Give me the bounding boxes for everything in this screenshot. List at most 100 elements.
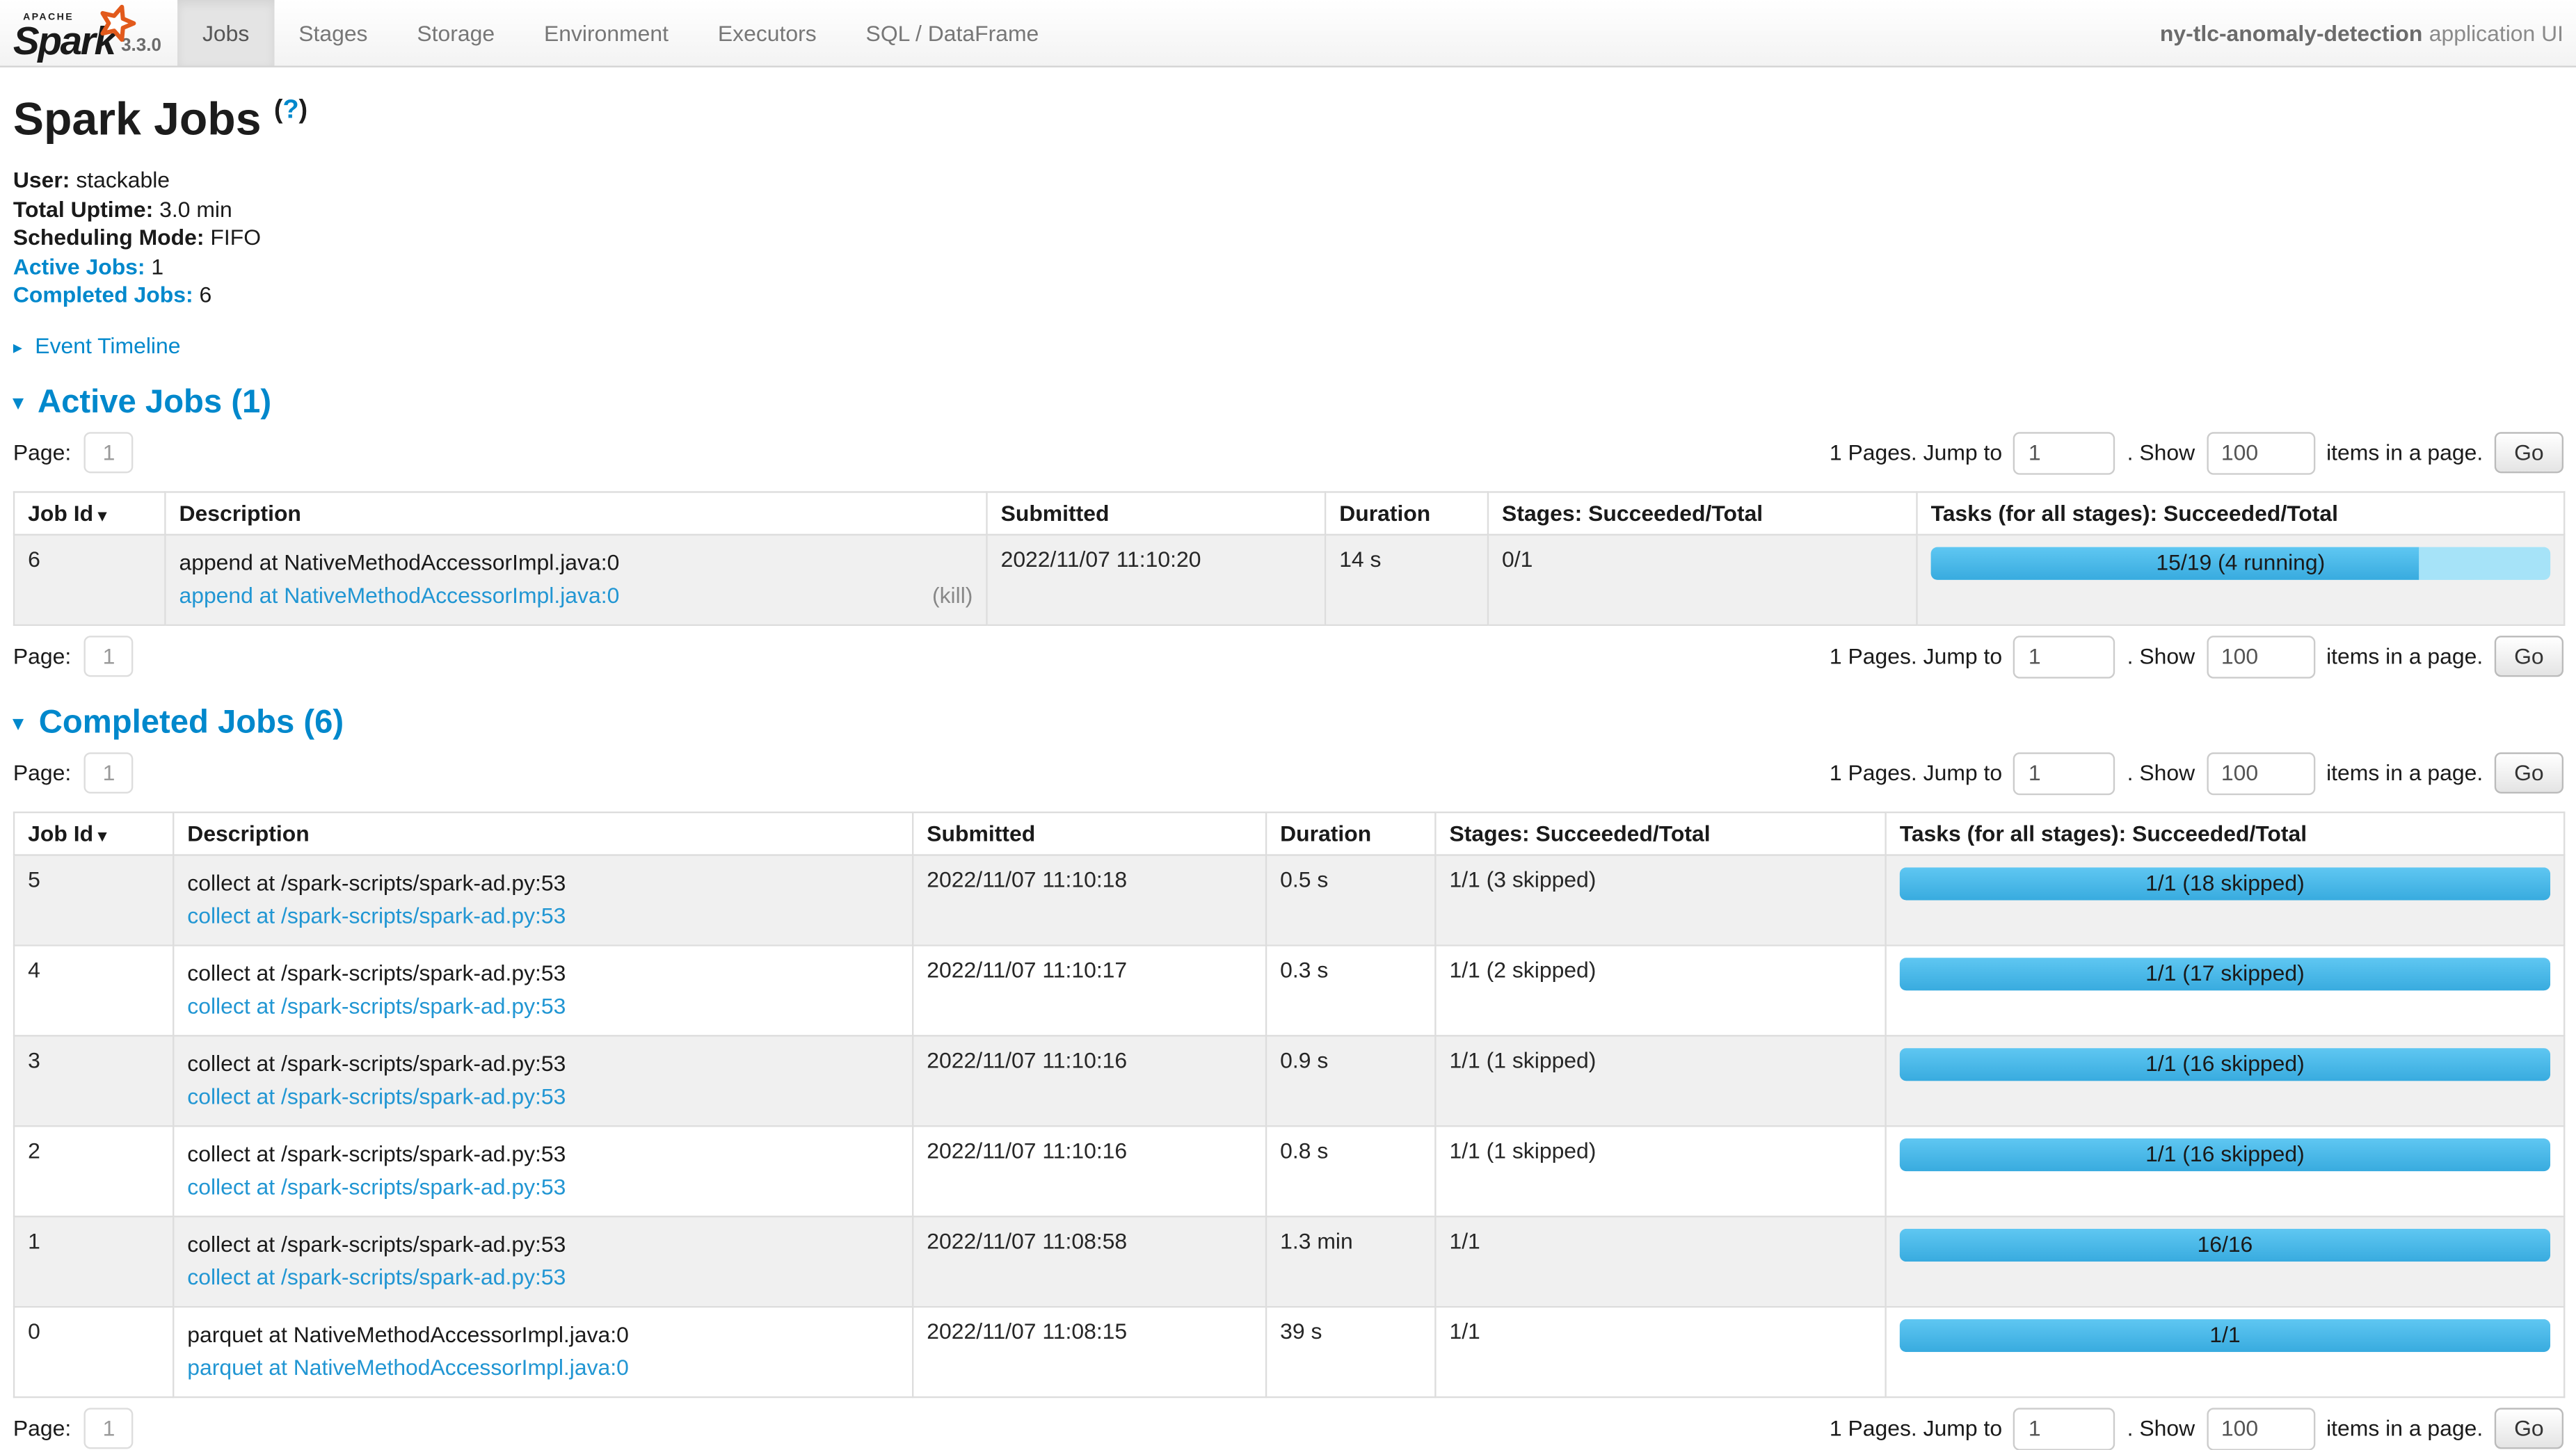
summary-completed-jobs: Completed Jobs: 6: [13, 281, 2563, 309]
submitted-cell: 2022/11/07 11:10:16: [913, 1125, 1266, 1216]
summary-scheduling-mode: Scheduling Mode: FIFO: [13, 223, 2563, 252]
active-jobs-heading[interactable]: ▾ Active Jobs (1): [13, 384, 2563, 421]
job-id-cell: 3: [14, 1035, 173, 1125]
description-cell: append at NativeMethodAccessorImpl.java:…: [165, 534, 986, 625]
tasks-progress-bar: 1/1 (18 skipped): [1900, 867, 2550, 899]
event-timeline-toggle[interactable]: ▸ Event Timeline: [13, 332, 2563, 357]
stages-cell: 1/1 (1 skipped): [1435, 1035, 1885, 1125]
column-header-stages[interactable]: Stages: Succeeded/Total: [1488, 491, 1917, 533]
go-button[interactable]: Go: [2495, 432, 2563, 473]
duration-cell: 14 s: [1325, 534, 1488, 625]
items-per-page-input[interactable]: [2207, 1407, 2315, 1449]
job-details-link[interactable]: collect at /spark-scripts/spark-ad.py:53: [187, 1080, 566, 1113]
active-jobs-pagination-top: Page: 1 1 Pages. Jump to . Show items in…: [13, 431, 2563, 474]
job-details-link[interactable]: parquet at NativeMethodAccessorImpl.java…: [187, 1351, 629, 1384]
column-header-submitted[interactable]: Submitted: [987, 491, 1326, 533]
items-per-page-input[interactable]: [2207, 635, 2315, 677]
job-details-link[interactable]: collect at /spark-scripts/spark-ad.py:53: [187, 1170, 566, 1203]
application-title: ny-tlc-anomaly-detection application UI: [2160, 0, 2563, 65]
tasks-progress-bar: 15/19 (4 running): [1931, 546, 2551, 579]
column-header-tasks[interactable]: Tasks (for all stages): Succeeded/Total: [1917, 491, 2565, 533]
tab-storage[interactable]: Storage: [392, 0, 520, 65]
description-cell: collect at /spark-scripts/spark-ad.py:53…: [173, 1035, 913, 1125]
column-header-stages[interactable]: Stages: Succeeded/Total: [1435, 812, 1885, 854]
tasks-progress-cell: 1/1 (16 skipped): [1886, 1125, 2565, 1216]
submitted-cell: 2022/11/07 11:10:17: [913, 944, 1266, 1035]
spark-logo[interactable]: APACHE Spark 3.3.0: [0, 0, 178, 65]
jump-to-page-input[interactable]: [2014, 431, 2115, 474]
go-button[interactable]: Go: [2495, 636, 2563, 677]
completed-jobs-heading[interactable]: ▾ Completed Jobs (6): [13, 704, 2563, 741]
table-row: 6 append at NativeMethodAccessorImpl.jav…: [14, 534, 2564, 625]
items-per-page-input[interactable]: [2207, 431, 2315, 474]
tasks-progress-bar: 1/1: [1900, 1319, 2550, 1351]
duration-cell: 0.5 s: [1266, 854, 1435, 944]
job-details-link[interactable]: append at NativeMethodAccessorImpl.java:…: [179, 579, 619, 612]
job-id-cell: 1: [14, 1216, 173, 1306]
current-page-indicator: 1: [84, 432, 134, 473]
tasks-progress-cell: 1/1 (18 skipped): [1886, 854, 2565, 944]
tasks-progress-bar: 1/1 (17 skipped): [1900, 957, 2550, 990]
tab-environment[interactable]: Environment: [520, 0, 694, 65]
kill-job-link[interactable]: (kill): [932, 579, 973, 612]
column-header-description[interactable]: Description: [165, 491, 986, 533]
expanded-arrow-icon: ▾: [13, 711, 23, 734]
job-summary-list: User: stackable Total Uptime: 3.0 min Sc…: [13, 166, 2563, 310]
description-cell: collect at /spark-scripts/spark-ad.py:53…: [173, 1125, 913, 1216]
current-page-indicator: 1: [84, 1408, 134, 1449]
job-id-cell: 5: [14, 854, 173, 944]
submitted-cell: 2022/11/07 11:08:58: [913, 1216, 1266, 1306]
jump-to-page-input[interactable]: [2014, 1407, 2115, 1449]
application-name: ny-tlc-anomaly-detection: [2160, 21, 2422, 45]
summary-uptime: Total Uptime: 3.0 min: [13, 195, 2563, 223]
duration-cell: 0.3 s: [1266, 944, 1435, 1035]
column-header-description[interactable]: Description: [173, 812, 913, 854]
summary-active-jobs: Active Jobs: 1: [13, 252, 2563, 281]
job-details-link[interactable]: collect at /spark-scripts/spark-ad.py:53: [187, 1261, 566, 1294]
nav-tabs: Jobs Stages Storage Environment Executor…: [178, 0, 1064, 65]
top-navbar: APACHE Spark 3.3.0 Jobs Stages Storage E…: [0, 0, 2576, 67]
page-content: Spark Jobs (?) User: stackable Total Upt…: [0, 94, 2576, 1450]
sort-desc-icon: ▾: [98, 507, 106, 525]
stages-cell: 1/1: [1435, 1216, 1885, 1306]
tab-executors[interactable]: Executors: [693, 0, 841, 65]
stages-cell: 0/1: [1488, 534, 1917, 625]
jump-to-page-input[interactable]: [2014, 752, 2115, 794]
active-jobs-pagination-bottom: Page: 1 1 Pages. Jump to . Show items in…: [13, 635, 2563, 677]
duration-cell: 39 s: [1266, 1306, 1435, 1396]
column-header-duration[interactable]: Duration: [1266, 812, 1435, 854]
jump-to-page-input[interactable]: [2014, 635, 2115, 677]
column-header-submitted[interactable]: Submitted: [913, 812, 1266, 854]
stages-cell: 1/1 (1 skipped): [1435, 1125, 1885, 1216]
description-cell: collect at /spark-scripts/spark-ad.py:53…: [173, 854, 913, 944]
tab-jobs[interactable]: Jobs: [178, 0, 274, 65]
job-id-cell: 0: [14, 1306, 173, 1396]
table-row: 1 collect at /spark-scripts/spark-ad.py:…: [14, 1216, 2564, 1306]
column-header-tasks[interactable]: Tasks (for all stages): Succeeded/Total: [1886, 812, 2565, 854]
help-link[interactable]: (?): [274, 97, 307, 124]
duration-cell: 1.3 min: [1266, 1216, 1435, 1306]
completed-jobs-link[interactable]: Completed Jobs:: [13, 282, 193, 307]
column-header-job-id[interactable]: Job Id▾: [14, 812, 173, 854]
table-row: 3 collect at /spark-scripts/spark-ad.py:…: [14, 1035, 2564, 1125]
active-jobs-link[interactable]: Active Jobs:: [13, 254, 145, 278]
expanded-arrow-icon: ▾: [13, 390, 23, 413]
job-id-cell: 2: [14, 1125, 173, 1216]
job-details-link[interactable]: collect at /spark-scripts/spark-ad.py:53: [187, 990, 566, 1022]
tab-stages[interactable]: Stages: [274, 0, 392, 65]
question-mark-icon[interactable]: ?: [282, 97, 298, 124]
submitted-cell: 2022/11/07 11:10:16: [913, 1035, 1266, 1125]
go-button[interactable]: Go: [2495, 1408, 2563, 1449]
current-page-indicator: 1: [84, 636, 134, 677]
table-row: 4 collect at /spark-scripts/spark-ad.py:…: [14, 944, 2564, 1035]
column-header-job-id[interactable]: Job Id▾: [14, 491, 165, 533]
table-row: 5 collect at /spark-scripts/spark-ad.py:…: [14, 854, 2564, 944]
duration-cell: 0.9 s: [1266, 1035, 1435, 1125]
job-details-link[interactable]: collect at /spark-scripts/spark-ad.py:53: [187, 899, 566, 932]
tab-sql-dataframe[interactable]: SQL / DataFrame: [841, 0, 1064, 65]
go-button[interactable]: Go: [2495, 752, 2563, 794]
description-cell: collect at /spark-scripts/spark-ad.py:53…: [173, 944, 913, 1035]
collapsed-arrow-icon: ▸: [13, 337, 22, 357]
column-header-duration[interactable]: Duration: [1325, 491, 1488, 533]
items-per-page-input[interactable]: [2207, 752, 2315, 794]
